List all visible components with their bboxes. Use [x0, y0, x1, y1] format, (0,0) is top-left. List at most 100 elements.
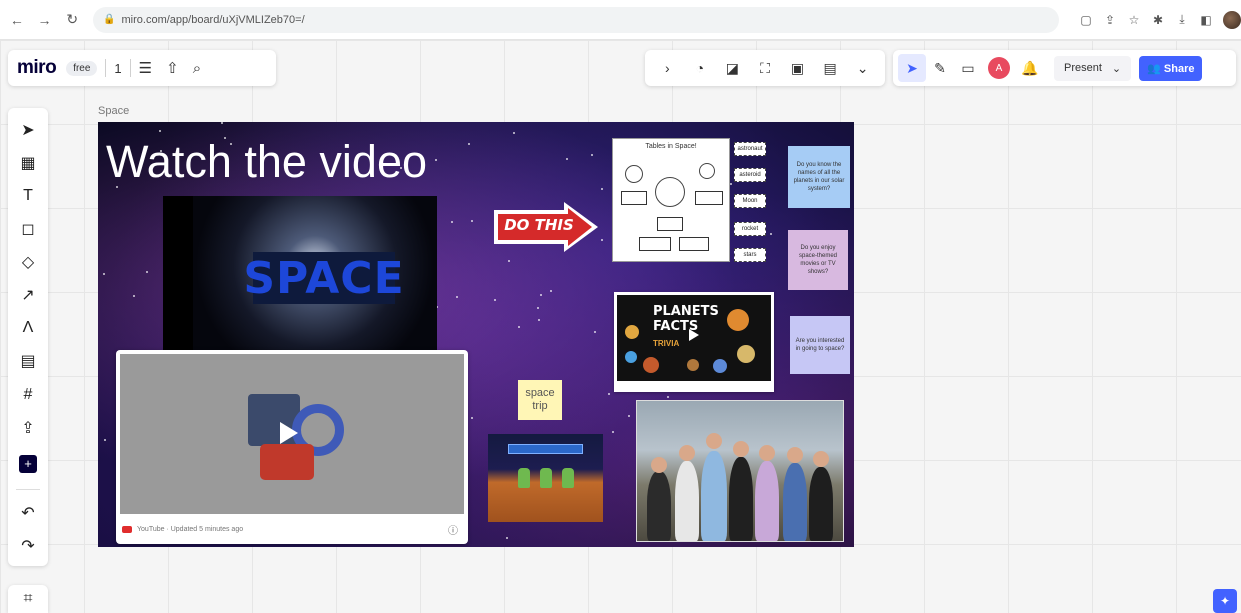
frames-panel-icon[interactable]: ⌗: [8, 585, 48, 613]
worksheet-answer-box: [621, 191, 647, 205]
planets-facts-thumbnail[interactable]: PLANETS FACTS TRIVIA: [617, 295, 771, 381]
word-tag[interactable]: Moon: [734, 194, 766, 208]
sticky-note-movies[interactable]: Do you enjoy space-themed movies or TV s…: [788, 230, 848, 290]
address-bar[interactable]: 🔒 miro.com/app/board/uXjVMLIZeb70=/: [93, 6, 1060, 33]
browser-toolbar: ← → ↻ 🔒 miro.com/app/board/uXjVMLIZeb70=…: [0, 0, 1241, 40]
word-tag[interactable]: rocket: [734, 222, 766, 236]
bookmark-star-icon[interactable]: ☆: [1127, 13, 1141, 27]
select-icon[interactable]: ➤: [14, 116, 42, 143]
templates-icon[interactable]: ▦: [14, 149, 42, 176]
cursor-mode-icon[interactable]: ➤: [898, 54, 926, 82]
space-video-thumbnail[interactable]: SPACE: [163, 196, 437, 350]
connection-line-icon[interactable]: ↗: [14, 282, 42, 309]
child-head: [706, 433, 722, 449]
frame-icon[interactable]: #: [14, 381, 42, 408]
notes-icon[interactable]: ▤: [820, 60, 840, 77]
youtube-embed-card[interactable]: YouTube · Updated 5 minutes ago ⓘ: [116, 350, 468, 544]
star-dot: [770, 233, 772, 235]
right-toolbar: ➤ ✎ ▭ A 🔔 Present ⌄ 👥 Share: [893, 50, 1236, 86]
word-tag[interactable]: astronaut: [734, 142, 766, 156]
youtube-thumbnail[interactable]: [120, 354, 464, 514]
back-icon[interactable]: ←: [6, 9, 28, 31]
chevron-down-icon[interactable]: ⌄: [1112, 62, 1121, 75]
worksheet-image[interactable]: Tables in Space!: [612, 138, 730, 262]
star-dot: [508, 260, 510, 262]
present-button[interactable]: Present ⌄: [1054, 55, 1132, 81]
star-dot: [628, 415, 630, 417]
child-figure: [809, 467, 833, 541]
child-head: [813, 451, 829, 467]
sticky-note-space-trip[interactable]: space trip: [518, 380, 562, 420]
word-tag[interactable]: asteroid: [734, 168, 766, 182]
worksheet-title: Tables in Space!: [645, 143, 697, 150]
alien-figure: [562, 468, 574, 488]
chevron-right-icon[interactable]: ›: [657, 60, 677, 76]
child-figure: [755, 461, 779, 541]
star-dot: [513, 132, 515, 134]
pen-icon[interactable]: Λ: [14, 315, 42, 342]
present-label: Present: [1064, 62, 1102, 74]
search-icon[interactable]: ⌕: [193, 60, 201, 77]
tab-icon[interactable]: ▢: [1079, 13, 1093, 27]
plan-badge[interactable]: free: [66, 60, 98, 76]
menu-icon[interactable]: ☰: [139, 59, 152, 77]
focus-icon[interactable]: ⛶: [755, 60, 775, 77]
assistant-sparkle-icon[interactable]: ✦: [1213, 589, 1237, 613]
frame-label[interactable]: Space: [98, 105, 129, 117]
play-icon[interactable]: [689, 329, 699, 341]
star-dot: [730, 183, 732, 185]
add-more-icon[interactable]: +: [19, 455, 37, 473]
sticky-note-planets[interactable]: Do you know the names of all the planets…: [788, 146, 850, 208]
frame-title[interactable]: Watch the video: [106, 136, 427, 188]
reactions-icon[interactable]: ✎: [926, 54, 954, 82]
star-dot: [591, 154, 593, 156]
do-this-arrow[interactable]: DO THIS: [490, 200, 602, 254]
sticky-note-icon[interactable]: ◻: [14, 215, 42, 242]
share-label: Share: [1163, 62, 1195, 75]
notifications-bell-icon[interactable]: 🔔: [1016, 54, 1044, 82]
youtube-red-graphic: [260, 444, 314, 480]
forward-icon[interactable]: →: [34, 9, 56, 31]
play-icon[interactable]: [280, 422, 298, 444]
share-button[interactable]: 👥 Share: [1139, 55, 1203, 81]
text-icon[interactable]: T: [14, 182, 42, 209]
extensions-icon[interactable]: ✱: [1151, 13, 1165, 27]
help-icon[interactable]: ⓘ: [448, 522, 458, 537]
planet-graphic: [713, 359, 727, 373]
board-count[interactable]: 1: [114, 61, 121, 76]
collaboration-toolbar: › ◔ ◪ ⛶ ▣ ▤ ⌄: [645, 50, 885, 86]
star-dot: [468, 143, 470, 145]
reload-icon[interactable]: ↻: [61, 9, 83, 31]
sticky-note-interest[interactable]: Are you interested in going to space?: [790, 316, 850, 374]
comment-icon[interactable]: ▤: [14, 348, 42, 375]
download-icon[interactable]: ⤓: [1175, 12, 1189, 27]
miro-logo[interactable]: miro: [17, 57, 57, 79]
redo-icon[interactable]: ↷: [14, 533, 42, 560]
space-frame[interactable]: Watch the video SPACE YouTube · Updated …: [98, 122, 854, 547]
comments-icon[interactable]: ▭: [954, 54, 982, 82]
share-page-icon[interactable]: ⇪: [1103, 13, 1117, 27]
voting-icon[interactable]: ◪: [722, 60, 742, 77]
side-panel-icon[interactable]: ◧: [1199, 13, 1213, 27]
youtube-logo-icon: [122, 525, 132, 533]
export-icon[interactable]: ⇧: [166, 59, 179, 77]
do-this-label: DO THIS: [504, 216, 574, 234]
planets-facts-video-card[interactable]: PLANETS FACTS TRIVIA: [614, 292, 774, 392]
star-dot: [221, 122, 223, 124]
shapes-icon[interactable]: ◇: [14, 249, 42, 276]
undo-icon[interactable]: ↶: [14, 500, 42, 527]
timer-icon[interactable]: ◔: [690, 60, 710, 76]
card-icon[interactable]: ▣: [788, 60, 808, 77]
star-dot: [456, 296, 458, 298]
user-avatar[interactable]: A: [988, 57, 1010, 79]
upload-icon[interactable]: ⇪: [14, 414, 42, 441]
more-tools-icon[interactable]: ⌄: [853, 60, 873, 77]
word-tag[interactable]: stars: [734, 248, 766, 262]
class-photo[interactable]: [636, 400, 844, 542]
child-head: [733, 441, 749, 457]
star-dot: [506, 537, 508, 539]
star-dot: [451, 221, 453, 223]
browser-profile-avatar[interactable]: [1223, 10, 1241, 29]
star-dot: [435, 159, 437, 161]
mars-game-image[interactable]: [488, 434, 603, 522]
